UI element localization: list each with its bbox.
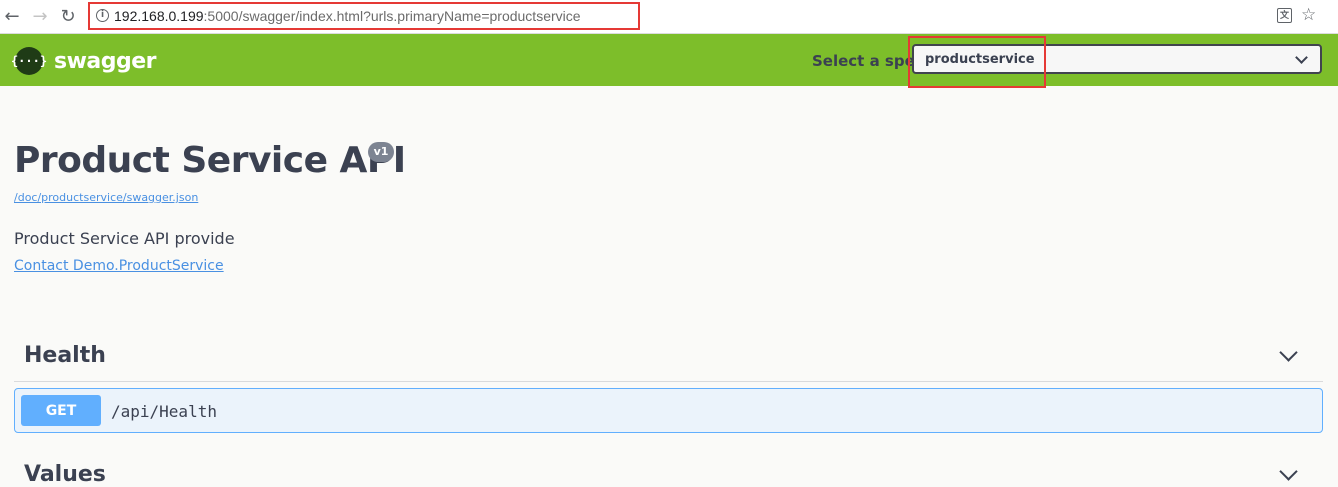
method-badge-get[interactable]: GET <box>21 395 101 426</box>
swagger-json-link[interactable]: /doc/productservice/swagger.json <box>14 191 198 204</box>
tag-health-title[interactable]: Health <box>24 343 106 368</box>
swagger-topbar: {···} swagger Select a spec productservi… <box>0 34 1338 86</box>
address-bar[interactable]: i 192.168.0.199:5000/swagger/index.html?… <box>88 2 640 30</box>
star-icon[interactable]: ☆ <box>1301 5 1316 25</box>
browser-toolbar: ← → ↻ i 192.168.0.199:5000/swagger/index… <box>0 0 1338 34</box>
chevron-down-icon[interactable] <box>1279 343 1298 362</box>
url-host: 192.168.0.199 <box>114 8 204 24</box>
spec-select[interactable]: productservice <box>912 44 1322 74</box>
api-description: Product Service API provide <box>14 229 235 248</box>
reload-icon[interactable]: ↻ <box>58 6 78 27</box>
spec-select-value: productservice <box>925 52 1035 67</box>
back-icon[interactable]: ← <box>2 6 22 27</box>
swagger-logo-text[interactable]: swagger <box>54 49 157 74</box>
tag-divider <box>14 381 1323 382</box>
info-icon[interactable]: i <box>96 9 109 22</box>
chevron-down-icon <box>1295 51 1308 64</box>
translate-icon[interactable]: 文 <box>1277 8 1292 23</box>
forward-icon[interactable]: → <box>30 6 50 27</box>
url-text: 192.168.0.199:5000/swagger/index.html?ur… <box>114 8 581 24</box>
swagger-logo-icon[interactable]: {···} <box>11 47 47 75</box>
operation-path[interactable]: /api/Health <box>111 402 217 421</box>
contact-link[interactable]: Contact Demo.ProductService <box>14 258 224 274</box>
tag-values-title[interactable]: Values <box>24 462 106 487</box>
api-title: Product Service API <box>14 140 406 181</box>
operation-get-health[interactable]: GET /api/Health <box>14 388 1323 433</box>
version-badge: v1 <box>368 142 394 162</box>
select-spec-label: Select a spec <box>812 52 924 70</box>
url-path: :5000/swagger/index.html?urls.primaryNam… <box>203 8 581 24</box>
